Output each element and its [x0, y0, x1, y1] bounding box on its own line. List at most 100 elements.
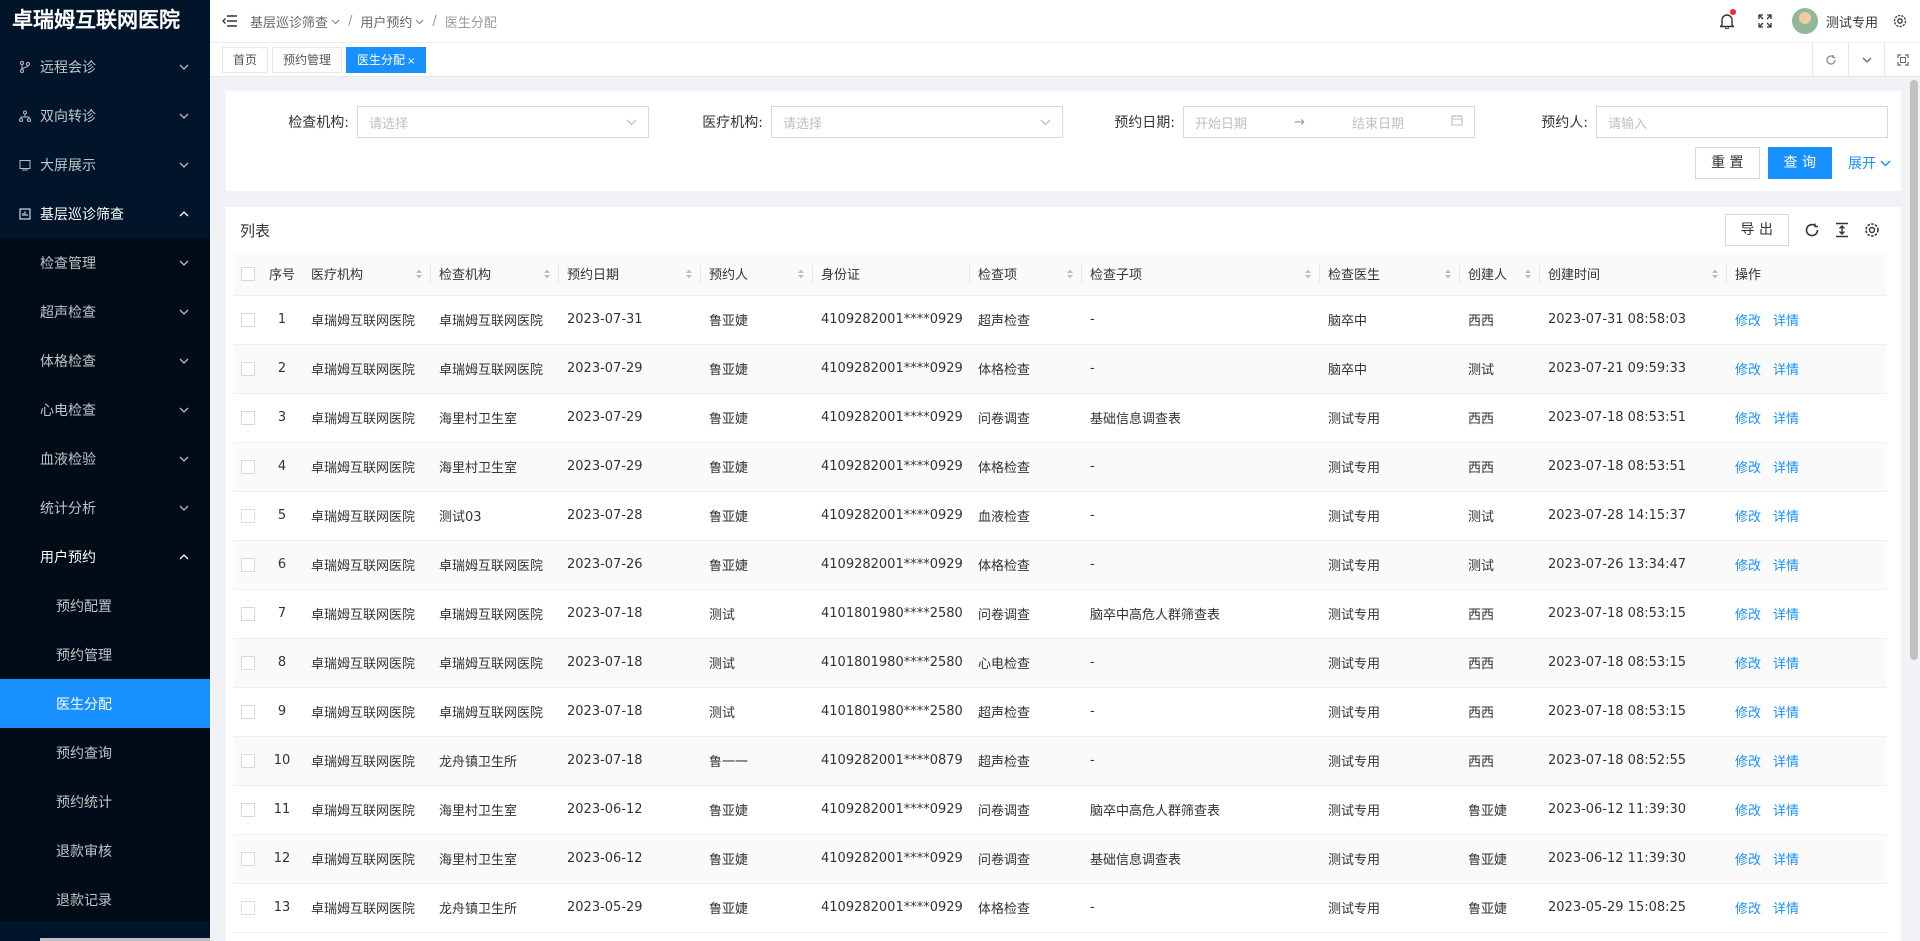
edit-link[interactable]: 修改 [1735, 363, 1761, 378]
sort-icon[interactable] [797, 268, 805, 280]
sidebar-item-user-appointment[interactable]: 用户预约 [0, 532, 210, 581]
sidebar-item-exam-management[interactable]: 检查管理 [0, 238, 210, 287]
detail-link[interactable]: 详情 [1773, 363, 1799, 378]
column-header[interactable]: 预约人 [701, 253, 813, 296]
sidebar-item-referral[interactable]: 双向转诊 [0, 91, 210, 140]
sidebar-item-doctor-assignment[interactable]: 医生分配 [0, 679, 210, 728]
sidebar-item-refund-review[interactable]: 退款审核 [0, 826, 210, 875]
sort-icon[interactable] [415, 268, 423, 280]
reset-button[interactable]: 重 置 [1695, 147, 1760, 179]
user-name[interactable]: 测试专用 [1826, 12, 1878, 31]
detail-link[interactable]: 详情 [1773, 657, 1799, 672]
column-header[interactable]: 检查子项 [1082, 253, 1320, 296]
sidebar-item-blood[interactable]: 血液检验 [0, 434, 210, 483]
detail-link[interactable]: 详情 [1773, 559, 1799, 574]
close-icon[interactable]: × [407, 56, 415, 67]
sort-icon[interactable] [1711, 268, 1719, 280]
sidebar-item-appointment-management[interactable]: 预约管理 [0, 630, 210, 679]
sort-icon[interactable] [1066, 268, 1074, 280]
row-checkbox[interactable] [241, 508, 255, 523]
detail-link[interactable]: 详情 [1773, 853, 1799, 868]
sort-icon[interactable] [1444, 268, 1452, 280]
row-checkbox[interactable] [241, 557, 255, 572]
refresh-icon[interactable] [1812, 42, 1848, 77]
sidebar-item-appointment-stats[interactable]: 预约统计 [0, 777, 210, 826]
edit-link[interactable]: 修改 [1735, 804, 1761, 819]
sidebar-item-remote-consult[interactable]: 远程会诊 [0, 42, 210, 91]
select-all-checkbox[interactable] [241, 266, 255, 281]
row-checkbox[interactable] [241, 851, 255, 866]
sidebar-item-statistics[interactable]: 统计分析 [0, 483, 210, 532]
sidebar-item-ecg[interactable]: 心电检查 [0, 385, 210, 434]
breadcrumb-item[interactable]: 基层巡诊筛查 [250, 12, 340, 31]
edit-link[interactable]: 修改 [1735, 657, 1761, 672]
expand-link[interactable]: 展开 [1848, 153, 1891, 173]
row-checkbox[interactable] [241, 704, 255, 719]
tab-doctor-assignment[interactable]: 医生分配 × [346, 46, 427, 73]
date-range-picker[interactable]: 开始日期 → 结束日期 [1183, 106, 1475, 138]
column-header[interactable]: 创建人 [1460, 253, 1540, 296]
detail-link[interactable]: 详情 [1773, 314, 1799, 329]
row-checkbox[interactable] [241, 802, 255, 817]
column-header[interactable]: 检查项 [970, 253, 1082, 296]
column-header[interactable]: 检查医生 [1320, 253, 1460, 296]
row-checkbox[interactable] [241, 900, 255, 915]
med-org-select[interactable]: 请选择 [771, 106, 1063, 138]
sidebar-item-grassroots-screening[interactable]: 基层巡诊筛查 [0, 189, 210, 238]
edit-link[interactable]: 修改 [1735, 461, 1761, 476]
reload-icon[interactable] [1797, 215, 1827, 245]
detail-link[interactable]: 详情 [1773, 608, 1799, 623]
tab-home[interactable]: 首页 [222, 46, 269, 73]
row-checkbox[interactable] [241, 312, 255, 327]
sidebar-item-appointment-config[interactable]: 预约配置 [0, 581, 210, 630]
sidebar-item-big-screen[interactable]: 大屏展示 [0, 140, 210, 189]
maximize-icon[interactable] [1884, 42, 1920, 77]
gear-icon[interactable] [1888, 0, 1912, 43]
detail-link[interactable]: 详情 [1773, 412, 1799, 427]
sort-icon[interactable] [1524, 268, 1532, 280]
edit-link[interactable]: 修改 [1735, 706, 1761, 721]
fullscreen-icon[interactable] [1746, 0, 1784, 43]
row-checkbox[interactable] [241, 655, 255, 670]
export-button[interactable]: 导 出 [1724, 214, 1789, 246]
sort-icon[interactable] [1304, 268, 1312, 280]
settings-icon[interactable] [1857, 215, 1887, 245]
detail-link[interactable]: 详情 [1773, 902, 1799, 917]
column-header[interactable]: 检查机构 [431, 253, 559, 296]
avatar[interactable] [1791, 8, 1818, 34]
date-end-placeholder[interactable]: 结束日期 [1352, 113, 1404, 132]
row-checkbox[interactable] [241, 361, 255, 376]
edit-link[interactable]: 修改 [1735, 608, 1761, 623]
sidebar-item-appointment-query[interactable]: 预约查询 [0, 728, 210, 777]
tab-appointment-management[interactable]: 预约管理 [272, 46, 343, 73]
page-scrollbar[interactable] [1910, 80, 1918, 660]
column-header[interactable]: 医疗机构 [303, 253, 431, 296]
edit-link[interactable]: 修改 [1735, 853, 1761, 868]
menu-fold-icon[interactable] [210, 0, 250, 43]
column-header[interactable]: 预约日期 [559, 253, 701, 296]
sidebar-item-physical[interactable]: 体格检查 [0, 336, 210, 385]
person-input[interactable]: 请输入 [1596, 106, 1888, 138]
bell-icon[interactable] [1708, 0, 1746, 43]
detail-link[interactable]: 详情 [1773, 461, 1799, 476]
detail-link[interactable]: 详情 [1773, 804, 1799, 819]
edit-link[interactable]: 修改 [1735, 755, 1761, 770]
edit-link[interactable]: 修改 [1735, 559, 1761, 574]
date-start-placeholder[interactable]: 开始日期 [1195, 113, 1247, 132]
column-height-icon[interactable] [1827, 215, 1857, 245]
breadcrumb-item[interactable]: 用户预约 [360, 12, 424, 31]
row-checkbox[interactable] [241, 459, 255, 474]
sidebar-item-ultrasound[interactable]: 超声检查 [0, 287, 210, 336]
column-header[interactable]: 创建时间 [1540, 253, 1727, 296]
chevron-down-icon[interactable] [1848, 42, 1884, 77]
query-button[interactable]: 查 询 [1767, 147, 1832, 179]
row-checkbox[interactable] [241, 410, 255, 425]
row-checkbox[interactable] [241, 753, 255, 768]
edit-link[interactable]: 修改 [1735, 510, 1761, 525]
detail-link[interactable]: 详情 [1773, 510, 1799, 525]
detail-link[interactable]: 详情 [1773, 706, 1799, 721]
exam-org-select[interactable]: 请选择 [357, 106, 649, 138]
sidebar-item-refund-records[interactable]: 退款记录 [0, 875, 210, 924]
edit-link[interactable]: 修改 [1735, 412, 1761, 427]
edit-link[interactable]: 修改 [1735, 314, 1761, 329]
